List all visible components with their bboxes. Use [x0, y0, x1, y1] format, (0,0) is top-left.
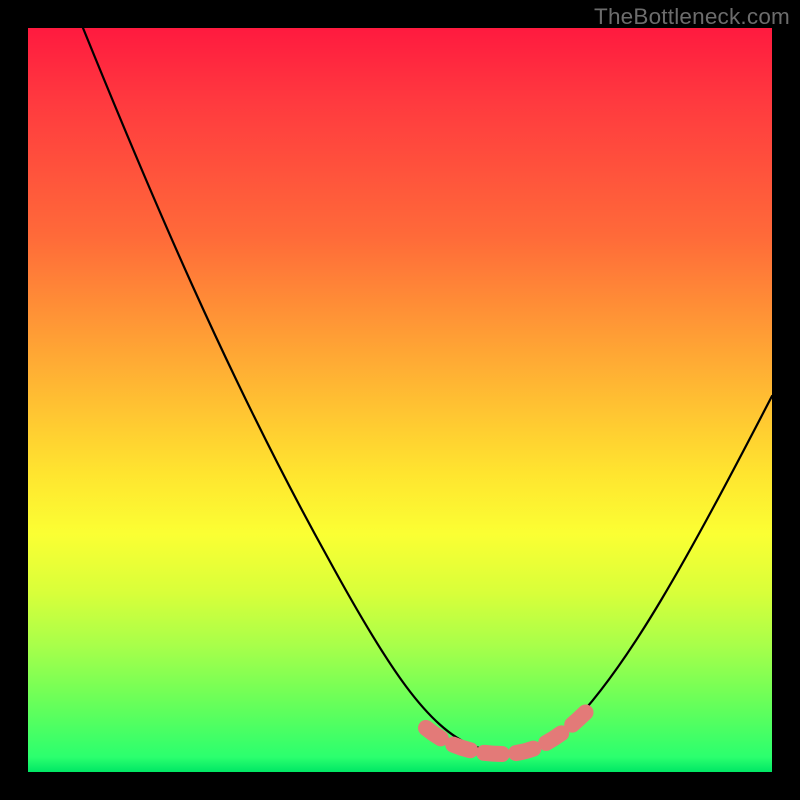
chart-frame: TheBottleneck.com [0, 0, 800, 800]
watermark-text: TheBottleneck.com [594, 4, 790, 30]
curve-overlay [28, 28, 772, 772]
plot-area [28, 28, 772, 772]
bottleneck-curve [83, 28, 772, 752]
